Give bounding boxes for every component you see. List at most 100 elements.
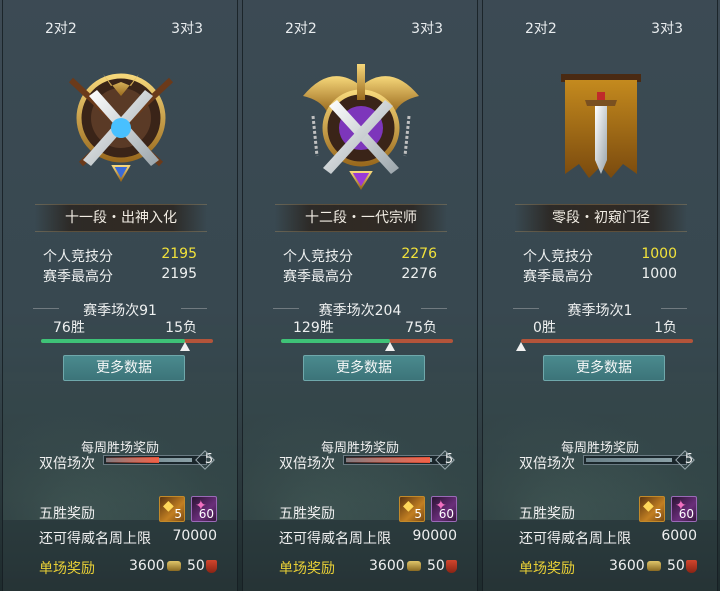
fame-weekly-cap-value: 6000 xyxy=(661,528,697,544)
double-matches-bar xyxy=(103,455,207,465)
single-match-points: 50 xyxy=(187,558,217,574)
double-matches-count: 5 xyxy=(677,452,701,470)
personal-score-label: 个人竞技分 xyxy=(523,249,593,265)
single-match-points-value: 50 xyxy=(427,558,445,574)
double-matches-bar xyxy=(343,455,447,465)
more-data-button[interactable]: 更多数据 xyxy=(543,355,665,381)
season-high-row: 赛季最高分 1000 xyxy=(523,266,677,285)
gold-token-icon[interactable]: ◆ 5 xyxy=(159,496,185,522)
purple-gem-icon[interactable]: ✦ 60 xyxy=(191,496,217,522)
rank-panel: 2对2 3对3 十一段・出神入化个人竞技分 2195 赛季最高分 2195 赛季场次91 76… xyxy=(2,0,238,591)
rank-emblem-icon xyxy=(291,56,431,196)
single-match-coin-value: 3600 xyxy=(129,558,165,574)
five-win-reward-label: 五胜奖励 xyxy=(279,506,335,522)
shield-icon xyxy=(685,559,697,573)
purple-gem-icon[interactable]: ✦ 60 xyxy=(431,496,457,522)
double-matches-label: 双倍场次 xyxy=(39,456,95,472)
losses-count: 1负 xyxy=(654,320,677,336)
rank-emblem-icon xyxy=(51,56,191,196)
tab-3v3[interactable]: 3对3 xyxy=(651,18,683,38)
season-high-label: 赛季最高分 xyxy=(43,269,113,285)
season-high-value: 2276 xyxy=(401,266,437,282)
personal-score-value: 2195 xyxy=(161,246,197,262)
double-matches-label: 双倍场次 xyxy=(279,456,335,472)
personal-score-value: 1000 xyxy=(641,246,677,262)
rank-emblem-icon xyxy=(531,56,671,196)
single-match-points-value: 50 xyxy=(187,558,205,574)
rank-panel: 2对2 3对3 十二段・一代宗师个人竞技分 2276 赛季最高分 2276 赛季场次204 1… xyxy=(242,0,478,591)
double-matches-label: 双倍场次 xyxy=(519,456,575,472)
rank-title: 十二段・一代宗师 xyxy=(275,204,447,232)
single-match-reward-label: 单场奖励 xyxy=(519,561,575,577)
season-high-row: 赛季最高分 2195 xyxy=(43,266,197,285)
purple-gem-count: 60 xyxy=(678,507,694,521)
wins-count: 129胜 xyxy=(293,320,334,336)
coin-icon xyxy=(406,561,421,571)
single-match-coin: 3600 xyxy=(609,558,661,574)
season-high-value: 2195 xyxy=(161,266,197,282)
season-high-label: 赛季最高分 xyxy=(523,269,593,285)
win-loss-bar xyxy=(516,339,693,351)
five-win-reward-label: 五胜奖励 xyxy=(39,506,95,522)
win-loss-marker-icon xyxy=(384,342,395,351)
single-match-reward-label: 单场奖励 xyxy=(39,561,95,577)
more-data-button[interactable]: 更多数据 xyxy=(63,355,185,381)
more-data-button[interactable]: 更多数据 xyxy=(303,355,425,381)
season-high-label: 赛季最高分 xyxy=(283,269,353,285)
single-match-points: 50 xyxy=(667,558,697,574)
fame-weekly-cap-value: 90000 xyxy=(412,528,457,544)
win-loss-bar xyxy=(41,339,213,351)
personal-score-row: 个人竞技分 2276 xyxy=(283,246,437,265)
rank-title: 十一段・出神入化 xyxy=(35,204,207,232)
double-matches-fill xyxy=(106,457,159,463)
rank-panel: 2对2 3对3 零段・初窥门径个人竞技分 1000 赛季最高分 1000 赛季场次1 0胜 1负… xyxy=(482,0,718,591)
season-matches: 赛季场次204 xyxy=(273,300,447,319)
tab-2v2[interactable]: 2对2 xyxy=(285,18,317,38)
shield-icon xyxy=(445,559,457,573)
coin-icon xyxy=(646,561,661,571)
personal-score-value: 2276 xyxy=(401,246,437,262)
season-matches: 赛季场次1 xyxy=(513,300,687,319)
double-matches-fill xyxy=(346,457,430,463)
single-match-coin-value: 3600 xyxy=(609,558,645,574)
win-loss-bar xyxy=(281,339,453,351)
win-loss-fill xyxy=(41,339,185,343)
tab-2v2[interactable]: 2对2 xyxy=(525,18,557,38)
fame-weekly-cap-label: 还可得威名周上限 xyxy=(39,531,151,547)
gold-token-count: 5 xyxy=(174,507,182,521)
single-match-coin: 3600 xyxy=(369,558,421,574)
wins-count: 76胜 xyxy=(53,320,85,336)
coin-icon xyxy=(166,561,181,571)
win-loss-fill xyxy=(281,339,390,343)
double-matches-count: 5 xyxy=(437,452,461,470)
single-match-points-value: 50 xyxy=(667,558,685,574)
tab-3v3[interactable]: 3对3 xyxy=(171,18,203,38)
rank-title: 零段・初窥门径 xyxy=(515,204,687,232)
mode-tabs: 2对2 3对3 xyxy=(243,18,477,40)
five-win-reward-label: 五胜奖励 xyxy=(519,506,575,522)
single-match-points: 50 xyxy=(427,558,457,574)
season-high-value: 1000 xyxy=(641,266,677,282)
losses-count: 15负 xyxy=(165,320,197,336)
personal-score-row: 个人竞技分 2195 xyxy=(43,246,197,265)
single-match-coin: 3600 xyxy=(129,558,181,574)
shield-icon xyxy=(205,559,217,573)
tab-2v2[interactable]: 2对2 xyxy=(45,18,77,38)
wins-count: 0胜 xyxy=(533,320,556,336)
purple-gem-count: 60 xyxy=(198,507,214,521)
purple-gem-count: 60 xyxy=(438,507,454,521)
tab-3v3[interactable]: 3对3 xyxy=(411,18,443,38)
gold-token-icon[interactable]: ◆ 5 xyxy=(639,496,665,522)
double-matches-track xyxy=(586,458,672,462)
win-loss-marker-icon xyxy=(179,342,190,351)
gold-token-icon[interactable]: ◆ 5 xyxy=(399,496,425,522)
season-high-row: 赛季最高分 2276 xyxy=(283,266,437,285)
fame-weekly-cap-value: 70000 xyxy=(172,528,217,544)
season-matches: 赛季场次91 xyxy=(33,300,207,319)
win-loss-marker-icon xyxy=(516,342,526,351)
purple-gem-icon[interactable]: ✦ 60 xyxy=(671,496,697,522)
mode-tabs: 2对2 3对3 xyxy=(3,18,237,40)
losses-count: 75负 xyxy=(405,320,437,336)
personal-score-label: 个人竞技分 xyxy=(43,249,113,265)
fame-weekly-cap-label: 还可得威名周上限 xyxy=(279,531,391,547)
